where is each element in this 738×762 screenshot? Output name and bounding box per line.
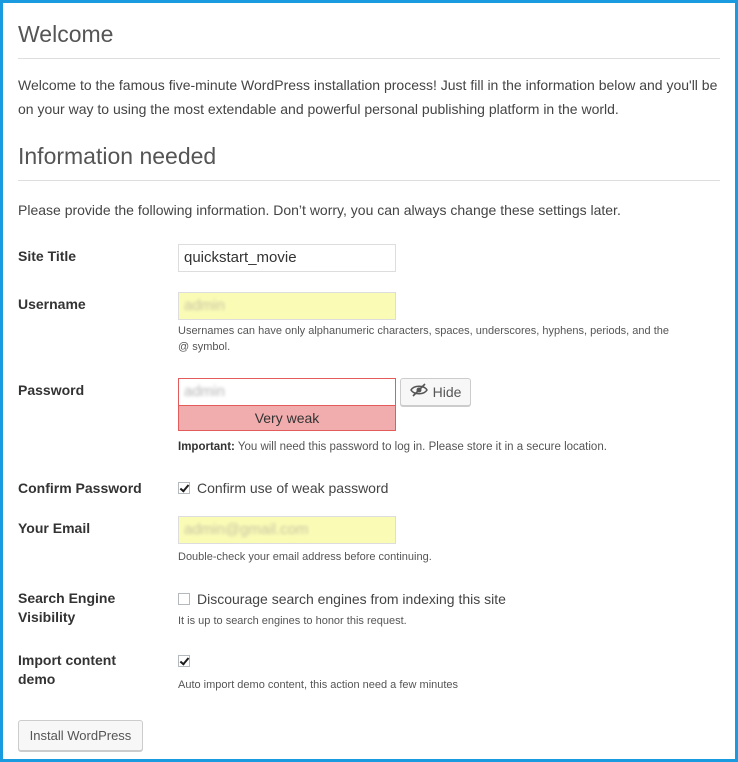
discourage-search-checkbox[interactable] bbox=[178, 592, 190, 605]
welcome-heading: Welcome bbox=[18, 3, 720, 59]
installer-window: Welcome Welcome to the famous five-minut… bbox=[3, 3, 735, 759]
import-demo-checkbox[interactable] bbox=[178, 654, 190, 667]
search-visibility-description: It is up to search engines to honor this… bbox=[178, 615, 407, 627]
password-label: Password bbox=[18, 382, 85, 398]
email-input[interactable]: admin@gmail.com bbox=[178, 516, 396, 544]
username-value: admin bbox=[184, 297, 225, 314]
search-visibility-label-line2: Visibility bbox=[18, 609, 76, 625]
important-label: Important: bbox=[178, 441, 235, 453]
import-demo-label-line2: demo bbox=[18, 671, 56, 687]
important-text: You will need this password to log in. P… bbox=[234, 441, 607, 453]
password-strength-meter: Very weak bbox=[178, 406, 396, 431]
installer-content: Welcome Welcome to the famous five-minut… bbox=[18, 3, 720, 751]
username-input[interactable]: admin bbox=[178, 292, 396, 320]
confirm-weak-password-checkbox[interactable] bbox=[178, 481, 190, 494]
password-input[interactable]: admin bbox=[178, 378, 396, 406]
hide-password-button[interactable]: Hide bbox=[400, 378, 471, 406]
search-visibility-label-line1: Search Engine bbox=[18, 590, 116, 606]
eye-slash-icon bbox=[409, 379, 428, 405]
info-text: Please provide the following information… bbox=[18, 202, 621, 218]
password-important-note: Important: You will need this password t… bbox=[178, 439, 698, 455]
discourage-search-label: Discourage search engines from indexing … bbox=[197, 590, 506, 607]
confirm-weak-password-label: Confirm use of weak password bbox=[197, 479, 389, 496]
import-demo-description: Auto import demo content, this action ne… bbox=[178, 679, 459, 691]
username-description: Usernames can have only alphanumeric cha… bbox=[178, 325, 669, 353]
password-group: admin Very weak Hide bbox=[178, 378, 471, 431]
info-heading: Information needed bbox=[18, 121, 720, 181]
import-demo-label-line1: Import content bbox=[18, 652, 116, 668]
install-wordpress-button[interactable]: Install WordPress bbox=[18, 720, 143, 751]
confirm-password-label: Confirm Password bbox=[18, 480, 142, 496]
welcome-text: Welcome to the famous five-minute WordPr… bbox=[18, 77, 718, 117]
site-title-label: Site Title bbox=[18, 248, 77, 264]
password-value: admin bbox=[184, 383, 225, 400]
hide-password-label: Hide bbox=[432, 384, 462, 400]
search-visibility-label: Search Engine Visibility bbox=[18, 589, 168, 627]
import-demo-label: Import content demo bbox=[18, 651, 168, 689]
email-label: Your Email bbox=[18, 520, 91, 536]
username-label: Username bbox=[18, 296, 86, 312]
email-value: admin@gmail.com bbox=[184, 521, 309, 538]
email-description: Double-check your email address before c… bbox=[178, 551, 432, 563]
site-title-input[interactable]: quickstart_movie bbox=[178, 244, 396, 272]
